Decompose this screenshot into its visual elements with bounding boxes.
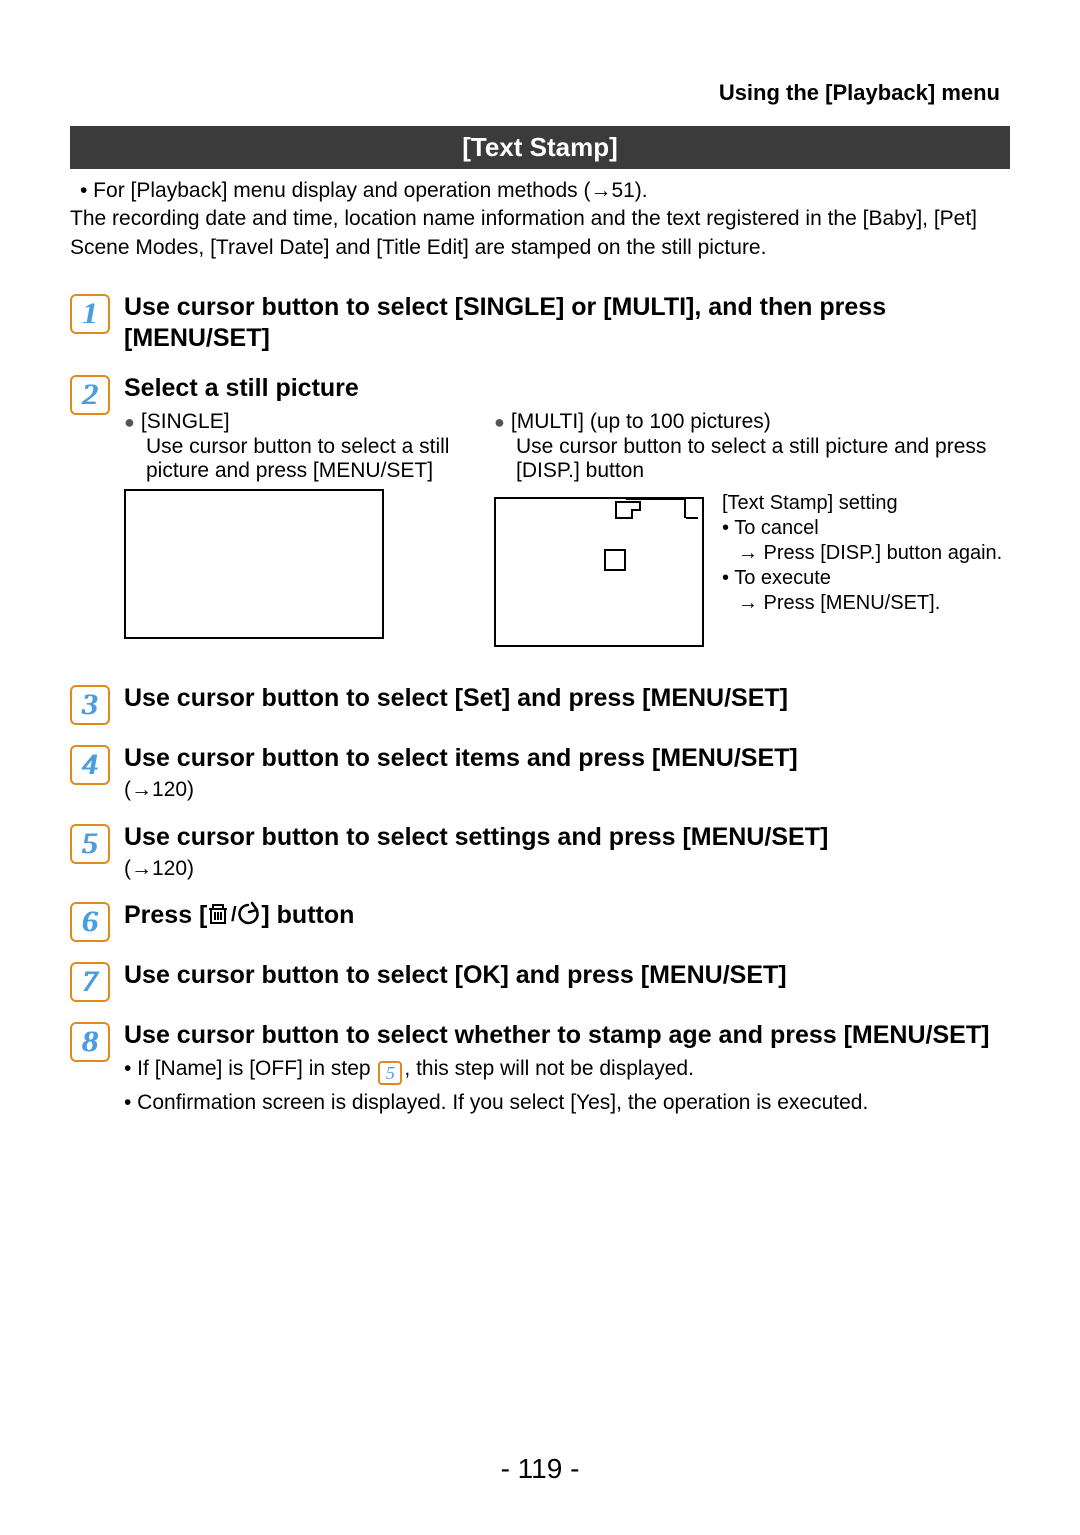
step: 6 Press [ /	[70, 900, 1010, 942]
intro-text: • For [Playback] menu display and operat…	[70, 177, 1010, 262]
multi-column: ●[MULTI] (up to 100 pictures) Use cursor…	[494, 410, 1010, 647]
callout-setting: [Text Stamp] setting	[722, 491, 1002, 516]
step-title: Press [ /	[124, 900, 1010, 931]
single-detail: Use cursor button to select a still pict…	[124, 435, 454, 483]
single-column: ●[SINGLE] Use cursor button to select a …	[124, 410, 454, 647]
step-note: • Confirmation screen is displayed. If y…	[124, 1089, 1010, 1117]
step-title: Select a still picture	[124, 373, 1010, 404]
breadcrumb: Using the [Playback] menu	[70, 80, 1010, 106]
multi-detail: Use cursor button to select a still pict…	[494, 435, 1010, 483]
page-number: - 119 -	[0, 1453, 1080, 1485]
single-screen-placeholder	[124, 489, 384, 639]
inline-step-ref: 5	[378, 1061, 402, 1085]
intro-line: • For [Playback] menu display and operat…	[70, 177, 1010, 205]
step-number-badge: 8	[70, 1022, 110, 1062]
multi-label: [MULTI] (up to 100 pictures)	[511, 410, 771, 435]
step-number-badge: 2	[70, 375, 110, 415]
bullet-icon: ●	[124, 410, 135, 435]
step-title: Use cursor button to select settings and…	[124, 822, 1010, 853]
trash-return-icon: /	[207, 901, 261, 927]
step2-columns: ●[SINGLE] Use cursor button to select a …	[124, 410, 1010, 647]
step: 5 Use cursor button to select settings a…	[70, 822, 1010, 883]
step: 2 Select a still picture ●[SINGLE] Use c…	[70, 373, 1010, 647]
step-title: Use cursor button to select items and pr…	[124, 743, 1010, 774]
section-title: [Text Stamp]	[70, 126, 1010, 169]
steps-list: 1 Use cursor button to select [SINGLE] o…	[70, 292, 1010, 1118]
step-number-badge: 1	[70, 294, 110, 334]
step-title: Use cursor button to select whether to s…	[124, 1020, 1010, 1051]
callout-cancel-label: To cancel	[734, 517, 819, 539]
callout-execute-label: To execute	[734, 567, 831, 589]
callout-cancel-action: → Press [DISP.] button again.	[722, 541, 1002, 566]
step-title: Use cursor button to select [Set] and pr…	[124, 683, 1010, 714]
step-note: • If [Name] is [OFF] in step 5, this ste…	[124, 1055, 1010, 1085]
step: 7 Use cursor button to select [OK] and p…	[70, 960, 1010, 1002]
callout-line	[626, 498, 686, 518]
step-title: Use cursor button to select [OK] and pre…	[124, 960, 1010, 991]
step: 1 Use cursor button to select [SINGLE] o…	[70, 292, 1010, 355]
bullet-icon: ●	[494, 410, 505, 435]
page: Using the [Playback] menu [Text Stamp] •…	[0, 0, 1080, 1118]
step-sub: (→120)	[124, 855, 1010, 882]
callout-text: [Text Stamp] setting • To cancel → Press…	[722, 491, 1002, 616]
step-sub: (→120)	[124, 776, 1010, 803]
step-title: Use cursor button to select [SINGLE] or …	[124, 292, 1010, 355]
svg-text:/: /	[231, 904, 237, 926]
step: 8 Use cursor button to select whether to…	[70, 1020, 1010, 1118]
intro-line: The recording date and time, location na…	[70, 205, 1010, 262]
step-number-badge: 7	[70, 962, 110, 1002]
callout-line	[686, 517, 698, 519]
step: 4 Use cursor button to select items and …	[70, 743, 1010, 804]
single-label: [SINGLE]	[141, 410, 230, 435]
selection-marker-icon	[604, 549, 626, 571]
multi-screen-placeholder	[494, 497, 704, 647]
step-number-badge: 3	[70, 685, 110, 725]
step-number-badge: 6	[70, 902, 110, 942]
callout-execute-action: → Press [MENU/SET].	[722, 591, 1002, 616]
step-number-badge: 4	[70, 745, 110, 785]
step: 3 Use cursor button to select [Set] and …	[70, 683, 1010, 725]
step-number-badge: 5	[70, 824, 110, 864]
